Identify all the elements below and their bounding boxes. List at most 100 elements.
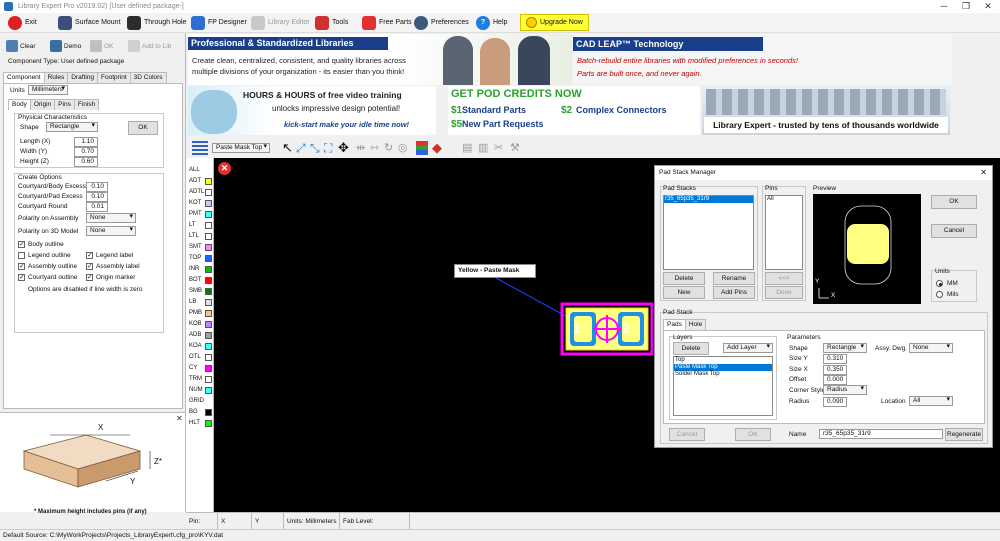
banner-pod-credits[interactable]: GET POD CREDITS NOW $1 Standard Parts $2…	[448, 86, 700, 135]
close-view-icon[interactable]: ✕	[218, 162, 231, 175]
units-mm-radio[interactable]	[936, 280, 943, 287]
fp-designer-button[interactable]: FP Designer	[191, 14, 247, 31]
layer-item[interactable]: ALL	[188, 166, 212, 175]
layer-item[interactable]: SMB	[188, 287, 212, 296]
height-input[interactable]: 0.60	[74, 157, 98, 167]
upgrade-now-button[interactable]: Upgrade Now	[520, 14, 589, 31]
layer-color-swatch[interactable]	[205, 420, 212, 427]
layer-item[interactable]: KOB	[188, 320, 212, 329]
length-input[interactable]: 1.10	[74, 137, 98, 147]
tab-body[interactable]: Body	[8, 99, 31, 110]
shape-select[interactable]: Rectangle	[46, 122, 98, 132]
assembly-label-checkbox[interactable]	[86, 262, 93, 270]
banner-standardized-libraries[interactable]: Professional & Standardized Libraries Cr…	[188, 34, 572, 85]
layer-item[interactable]: PMB	[188, 309, 212, 318]
tab-hole[interactable]: Hole	[684, 319, 707, 330]
pins-list[interactable]: All	[765, 195, 803, 270]
pad-layers-list[interactable]: Top Paste Mask Top Solder Mask Top	[673, 356, 773, 416]
layer-item[interactable]: TOP	[188, 254, 212, 263]
export-icon[interactable]: ▥	[478, 141, 488, 154]
layer-color-swatch[interactable]	[205, 376, 212, 383]
layer-item[interactable]: LT	[188, 221, 212, 230]
wrench-icon[interactable]: ⚒	[510, 141, 520, 154]
pins-item[interactable]: All	[766, 196, 802, 203]
settings-tools-icon[interactable]: ✂	[494, 141, 503, 154]
pad-cancel-button[interactable]: Cancel	[669, 428, 705, 441]
layer-color-swatch[interactable]	[205, 332, 212, 339]
layer-item[interactable]: ADB	[188, 331, 212, 340]
exit-button[interactable]: Exit	[8, 14, 37, 31]
close-icon[interactable]: ✕	[977, 0, 999, 13]
layer-color-swatch[interactable]	[205, 222, 212, 229]
pointer-icon[interactable]: ↖	[282, 140, 293, 156]
layer-color-swatch[interactable]	[205, 277, 212, 284]
layer-item[interactable]: SMT	[188, 243, 212, 252]
layer-item[interactable]: BG	[188, 408, 212, 417]
pad-shape-select[interactable]: Rectangle	[823, 343, 867, 353]
layer-color-swatch[interactable]	[205, 310, 212, 317]
layer-item[interactable]: INR	[188, 265, 212, 274]
color-layers-icon[interactable]	[416, 141, 428, 155]
mirror-icon[interactable]: ⇹	[356, 141, 365, 154]
cy-pad-input[interactable]: 0.10	[86, 192, 108, 202]
tab-pins[interactable]: Pins	[54, 99, 75, 110]
layer-item[interactable]: ADTL	[188, 188, 212, 197]
zoom-extents-icon[interactable]: ⤢	[296, 141, 306, 156]
snap-icon[interactable]: ◎	[398, 141, 408, 154]
units-select[interactable]: Millimeters	[28, 85, 68, 95]
pad-ok-button[interactable]: OK	[735, 428, 771, 441]
padstack-name-input[interactable]: r35_65p35_31r9	[819, 429, 943, 439]
pins-back-button[interactable]: <<<	[765, 272, 803, 285]
layer-item[interactable]: OTL	[188, 353, 212, 362]
help-button[interactable]: ? Help	[476, 14, 507, 31]
layer-item[interactable]: NUM	[188, 386, 212, 395]
dialog-ok-button[interactable]: OK	[931, 195, 977, 209]
layer-color-swatch[interactable]	[205, 189, 212, 196]
rename-padstack-button[interactable]: Rename	[713, 272, 755, 285]
maximize-icon[interactable]: ❐	[955, 0, 977, 13]
tab-3d-colors[interactable]: 3D Colors	[129, 72, 167, 83]
layer-color-swatch[interactable]	[205, 288, 212, 295]
surface-mount-button[interactable]: Surface Mount	[58, 14, 121, 31]
banner-cad-leap[interactable]: CAD LEAP™ Technology Batch-rebuild entir…	[573, 34, 952, 85]
layer-color-swatch[interactable]	[205, 233, 212, 240]
ok-top-button[interactable]: OK	[90, 39, 113, 53]
layers-icon[interactable]	[192, 141, 208, 155]
layer-color-swatch[interactable]	[205, 299, 212, 306]
cy-body-input[interactable]: 0.10	[86, 182, 108, 192]
zoom-window-icon[interactable]: ⛶	[324, 141, 332, 156]
preferences-button[interactable]: Preferences	[414, 14, 469, 31]
layer-item[interactable]: TRM	[188, 375, 212, 384]
physical-ok-button[interactable]: OK	[128, 121, 158, 135]
delete-padstack-button[interactable]: Delete	[663, 272, 705, 285]
pad-stack-item[interactable]: r35_65p35_31r9	[664, 196, 753, 203]
tab-rules[interactable]: Rules	[43, 72, 69, 83]
through-hole-button[interactable]: Through Hole	[127, 14, 186, 31]
pad-layer-item[interactable]: Paste Mask Top	[674, 364, 772, 371]
layer-color-swatch[interactable]	[205, 409, 212, 416]
layer-item[interactable]: PMT	[188, 210, 212, 219]
pins-done-button[interactable]: Done	[765, 286, 803, 299]
layer-item[interactable]: KOT	[188, 199, 212, 208]
polarity-3d-select[interactable]: None	[86, 226, 136, 236]
dialog-close-icon[interactable]: ✕	[980, 168, 987, 177]
size-x-input[interactable]: 0.350	[823, 365, 847, 375]
library-editor-button[interactable]: Library Editor	[251, 14, 310, 31]
tab-pads[interactable]: Pads	[663, 319, 686, 330]
corner-style-select[interactable]: Radius	[823, 385, 867, 395]
size-y-input[interactable]: 0.310	[823, 354, 847, 364]
rotate-icon[interactable]: ↻	[384, 141, 393, 154]
layer-color-swatch[interactable]	[205, 266, 212, 273]
layer-color-swatch[interactable]	[205, 200, 212, 207]
print-icon[interactable]: ▤	[462, 141, 472, 154]
shapes-icon[interactable]: ◆	[432, 140, 442, 156]
layer-color-swatch[interactable]	[205, 244, 212, 251]
tools-button[interactable]: Tools	[315, 14, 348, 31]
tab-component[interactable]: Component	[3, 72, 45, 83]
layer-color-swatch[interactable]	[205, 255, 212, 262]
layer-select[interactable]: Paste Mask Top	[212, 143, 270, 153]
assy-dwg-select[interactable]: None	[909, 343, 953, 353]
width-input[interactable]: 0.70	[74, 147, 98, 157]
legend-label-checkbox[interactable]	[86, 251, 93, 259]
tab-finish[interactable]: Finish	[73, 99, 100, 110]
